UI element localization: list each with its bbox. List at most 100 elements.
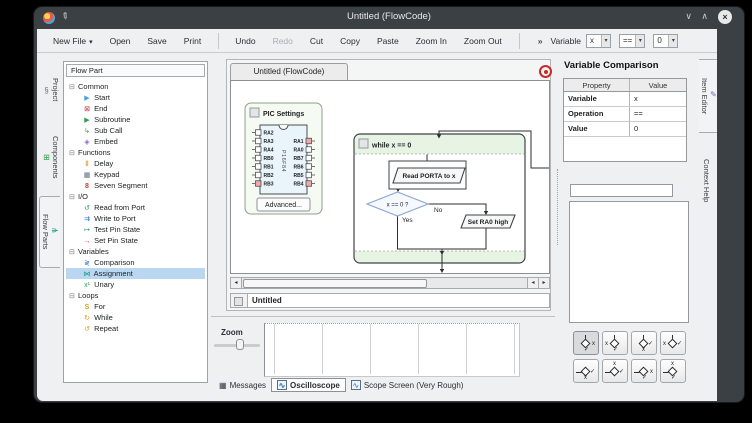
tree-item-assignment[interactable]: ⋈ Assignment [66, 268, 205, 279]
collapse-icon[interactable]: ⊟ [69, 192, 78, 203]
branch-style-button-8[interactable]: x✓ [660, 359, 686, 383]
oscilloscope-icon: ∿ [277, 380, 287, 390]
collapse-icon[interactable]: ⊟ [69, 247, 78, 258]
tree-header[interactable]: Flow Part [66, 64, 205, 77]
splitter[interactable] [211, 316, 555, 317]
property-name: Value [564, 122, 630, 136]
flowchart-canvas[interactable]: PIC Settings P16F84 [230, 80, 550, 274]
tree-item-for[interactable]: S For [66, 301, 205, 312]
tree-item-end[interactable]: ⊠ End [66, 103, 205, 114]
tree-item-delay[interactable]: ‖ Delay [66, 158, 205, 169]
zoom-slider-thumb[interactable] [236, 339, 244, 350]
tree-group-common[interactable]: ⊟Common [66, 81, 205, 92]
branch-style-button-1[interactable]: x✓ [573, 331, 599, 355]
read-porta-block[interactable]: Read PORTA to x [389, 161, 466, 189]
tree-group-loops[interactable]: ⊟Loops [66, 290, 205, 301]
item-editor-input[interactable] [570, 184, 673, 197]
tree-item-repeat[interactable]: ↺ Repeat [66, 323, 205, 334]
tree-item-comparison[interactable]: ≷ Comparison [66, 257, 205, 268]
tree-group-io[interactable]: ⊟I/O [66, 191, 205, 202]
tree-item-while[interactable]: ↻ While [66, 312, 205, 323]
minimize-button[interactable]: ∨ [685, 11, 692, 22]
pin-label: RB5 [293, 173, 303, 179]
advanced-button-label: Advanced... [265, 202, 302, 209]
new-file-button[interactable]: New File▾ [53, 36, 93, 46]
tree-item-seven-segment[interactable]: 8 Seven Segment [66, 180, 205, 191]
scroll-right-icon[interactable]: ▸ [538, 278, 549, 288]
tab-messages[interactable]: ▦Messages [219, 381, 266, 390]
pin-label: RB3 [264, 182, 274, 188]
tab-project[interactable]: Project § [42, 59, 60, 121]
property-name: Variable [564, 92, 630, 106]
collapse-icon[interactable]: ⊟ [69, 148, 78, 159]
tree-item-test-pin-state[interactable]: ↦ Test Pin State [66, 224, 205, 235]
variable-select[interactable]: x▾ [586, 34, 611, 48]
scrollbar-thumb[interactable] [243, 279, 427, 288]
property-value[interactable]: x [630, 92, 686, 106]
collapse-icon[interactable]: ⊟ [69, 291, 78, 302]
panel-splitter-handle[interactable] [557, 169, 558, 245]
value-select[interactable]: 0▾ [653, 34, 678, 48]
branch-style-button-2[interactable]: ✓x [602, 331, 628, 355]
property-value[interactable]: 0 [630, 122, 686, 136]
no-branch-label: No [434, 207, 443, 214]
flowchart-name-checkbox[interactable] [234, 297, 243, 306]
tab-oscilloscope[interactable]: ∿Oscilloscope [271, 378, 346, 392]
tab-components[interactable]: Components ⊞ [42, 121, 60, 193]
property-value[interactable]: == [630, 107, 686, 121]
document-tab[interactable]: Untitled (FlowCode) [230, 63, 348, 80]
operation-select[interactable]: ==▾ [619, 34, 645, 48]
tree-item-sub-call[interactable]: ↳ Sub Call [66, 125, 205, 136]
zoom-in-button[interactable]: Zoom In [416, 36, 447, 46]
scroll-left-icon[interactable]: ◂ [527, 278, 538, 288]
pen-icon: ✎ [709, 90, 717, 99]
zoom-out-button[interactable]: Zoom Out [464, 36, 502, 46]
close-button[interactable]: × [718, 10, 732, 24]
print-button[interactable]: Print [184, 36, 201, 46]
yes-branch-label: Yes [402, 217, 413, 224]
copy-button[interactable]: Copy [340, 36, 360, 46]
collapse-icon[interactable]: ⊟ [69, 82, 78, 93]
tab-context-help[interactable]: Context Help [702, 141, 711, 221]
tab-scope-screen[interactable]: ∿Scope Screen (Very Rough) [351, 380, 464, 390]
chevron-down-icon: ▾ [89, 39, 93, 46]
flow-parts-panel: Flow Part ⊟Common ▶ Start ⊠ End ▶ Subrou… [63, 61, 208, 383]
tree-item-subroutine[interactable]: ▶ Subroutine [66, 114, 205, 125]
open-button[interactable]: Open [110, 36, 131, 46]
flowchart-name[interactable]: Untitled [247, 294, 549, 307]
repeat-icon: ↺ [82, 324, 92, 335]
set-ra0-block[interactable]: Set RA0 high [461, 215, 515, 228]
paste-button[interactable]: Paste [377, 36, 399, 46]
tree-item-set-pin-state[interactable]: → Set Pin State [66, 235, 205, 246]
tree-item-start[interactable]: ▶ Start [66, 92, 205, 103]
branch-style-button-3[interactable]: ✓x [631, 331, 657, 355]
pic-settings-panel[interactable]: PIC Settings P16F84 [245, 103, 322, 214]
tree-item-embed[interactable]: ◈ Embed [66, 136, 205, 147]
save-button[interactable]: Save [147, 36, 166, 46]
flowchart-name-bar[interactable]: Untitled [230, 293, 550, 308]
branch-style-button-4[interactable]: ✓x [660, 331, 686, 355]
scroll-left-icon[interactable]: ◂ [231, 278, 242, 288]
close-document-icon[interactable] [539, 65, 552, 78]
branch-style-button-7[interactable]: x✓ [631, 359, 657, 383]
item-editor-list[interactable] [569, 201, 689, 323]
tree-group-functions[interactable]: ⊟Functions [66, 147, 205, 158]
tree-item-read-from-port[interactable]: ↺ Read from Port [66, 202, 205, 213]
branch-style-button-5[interactable]: ✓x [573, 359, 599, 383]
maximize-button[interactable]: ∧ [701, 11, 708, 22]
horizontal-scrollbar[interactable]: ◂ ◂ ▸ [230, 277, 550, 289]
tab-flow-parts[interactable]: ⋔ Flow Parts [39, 196, 60, 268]
tree-item-keypad[interactable]: ▦ Keypad [66, 169, 205, 180]
cut-button[interactable]: Cut [310, 36, 323, 46]
toolbar-overflow-button[interactable]: » [538, 36, 543, 46]
tree-item-write-to-port[interactable]: ⇉ Write to Port [66, 213, 205, 224]
tab-item-editor[interactable]: ✎ Item Editor [699, 59, 717, 133]
title-bar[interactable]: ✎ Untitled (FlowCode) ∨ ∧ × [34, 7, 744, 29]
while-checkbox[interactable] [359, 139, 368, 148]
tree-item-unary[interactable]: x¹ Unary [66, 279, 205, 290]
pic-settings-checkbox[interactable] [250, 108, 259, 117]
item-editor-title: Variable Comparison [564, 60, 659, 71]
branch-style-button-6[interactable]: x✓ [602, 359, 628, 383]
undo-button[interactable]: Undo [235, 36, 255, 46]
tree-group-variables[interactable]: ⊟Variables [66, 246, 205, 257]
